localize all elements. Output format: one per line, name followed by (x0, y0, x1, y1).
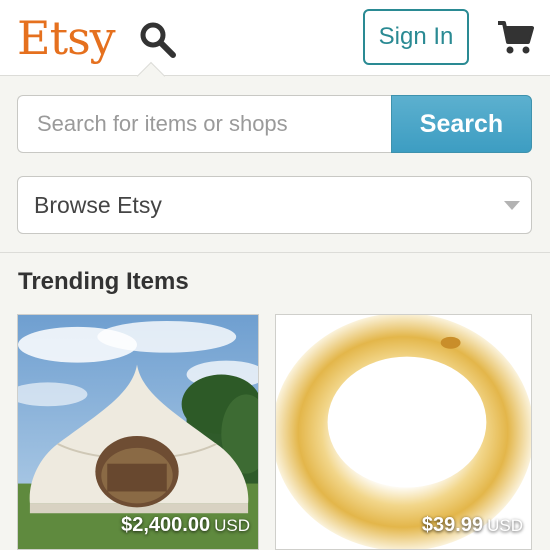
search-button[interactable]: Search (391, 95, 532, 153)
price-currency: USD (214, 516, 250, 535)
price-currency: USD (487, 516, 523, 535)
cart-icon[interactable] (496, 18, 534, 56)
item-price: $2,400.00 USD (121, 514, 250, 537)
top-bar: Etsy Sign In (0, 0, 550, 76)
item-price: $39.99 USD (422, 514, 523, 537)
sign-in-button[interactable]: Sign In (363, 9, 469, 65)
browse-dropdown-label: Browse Etsy (34, 192, 162, 218)
price-amount: $39.99 (421, 514, 484, 536)
chevron-down-icon (504, 201, 520, 210)
etsy-logo[interactable]: Etsy (17, 8, 116, 68)
trending-item-card[interactable]: $2,400.00 USD (17, 314, 259, 550)
price-amount: $2,400.00 (121, 514, 211, 536)
section-title-trending: Trending Items (18, 268, 189, 295)
search-icon[interactable] (138, 20, 178, 60)
browse-dropdown[interactable]: Browse Etsy (17, 176, 532, 234)
trending-item-card[interactable]: $39.99 USD (275, 314, 532, 550)
search-input[interactable] (17, 95, 392, 153)
